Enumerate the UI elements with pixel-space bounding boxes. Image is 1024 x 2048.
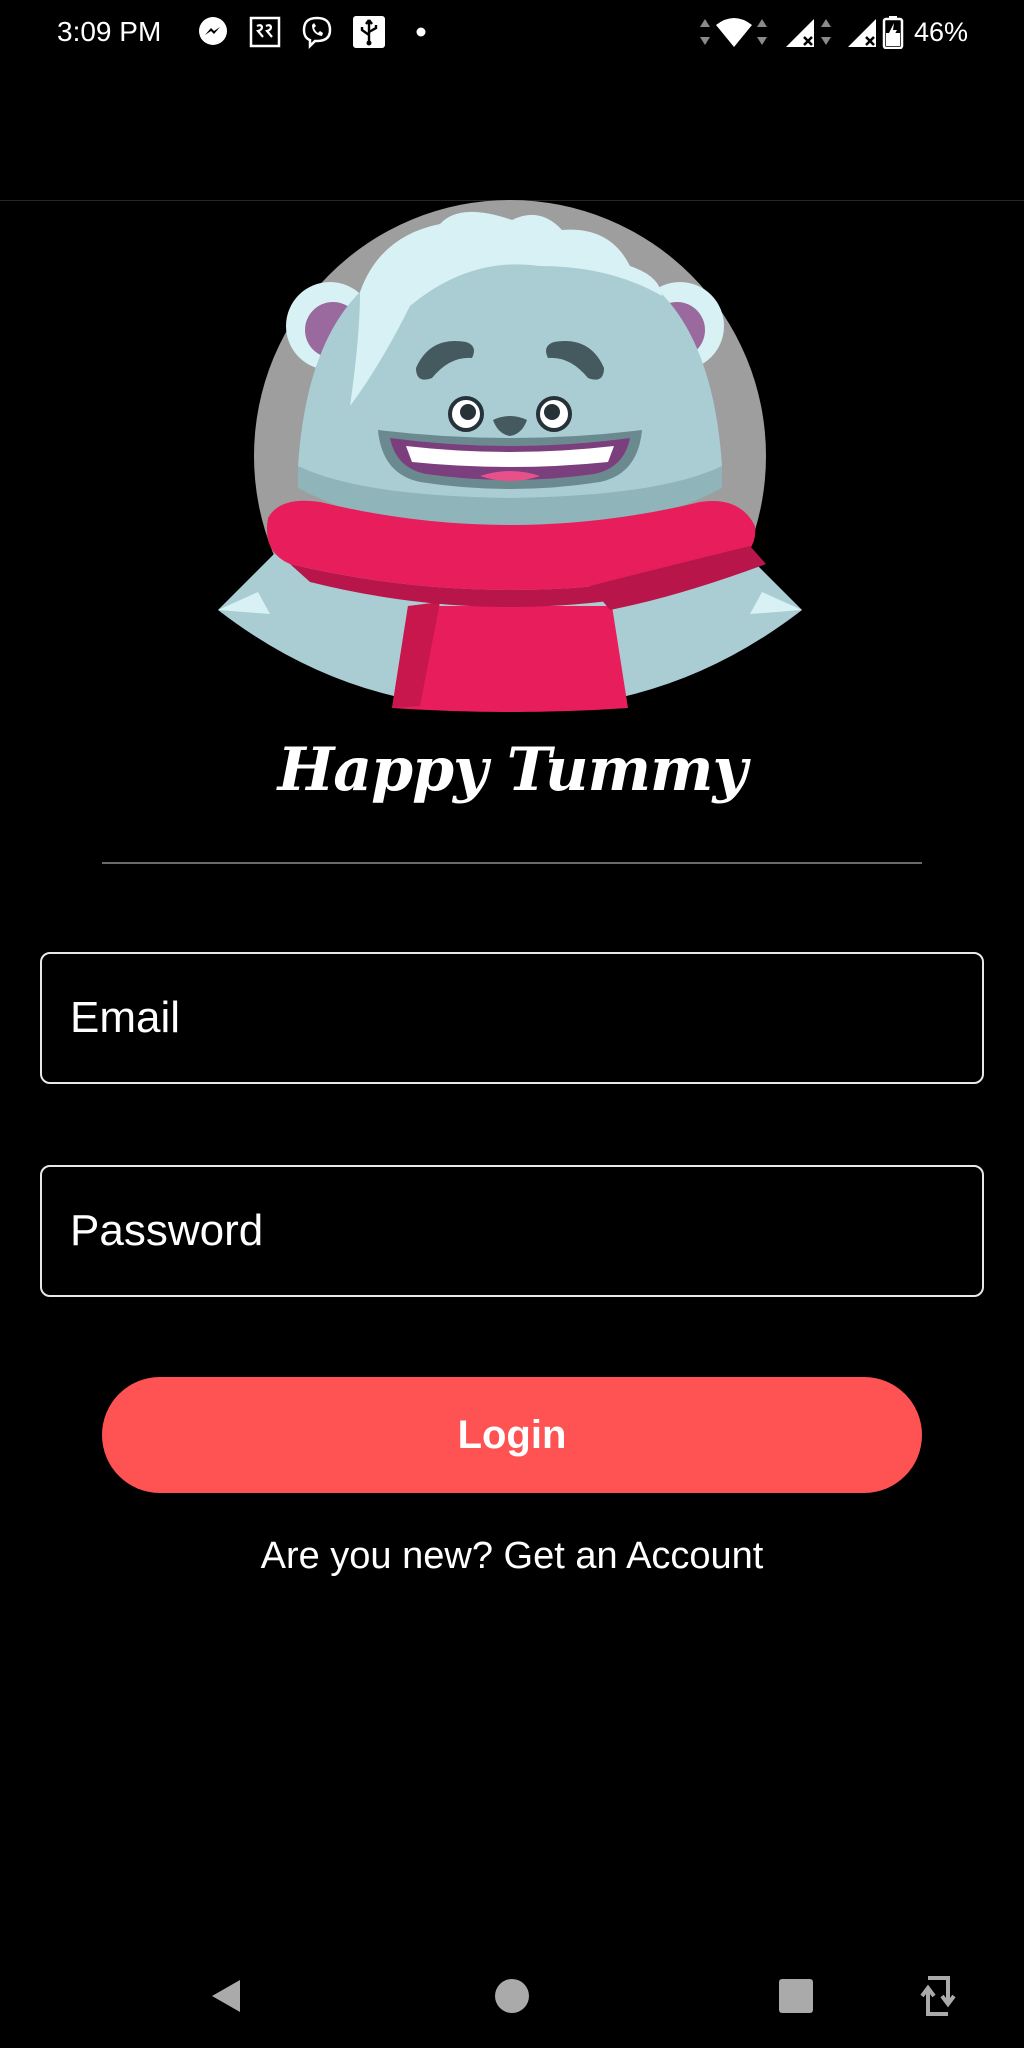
home-button[interactable] (484, 1968, 540, 2024)
back-icon (212, 1980, 240, 2012)
signal-icon (786, 19, 814, 47)
rotate-button[interactable] (910, 1968, 966, 2024)
rr-app-icon (249, 16, 281, 48)
signal-icon (848, 19, 876, 47)
password-input[interactable] (42, 1167, 982, 1295)
recents-button[interactable] (768, 1968, 824, 2024)
battery-percentage: 46% (914, 17, 969, 47)
email-input[interactable] (42, 954, 982, 1082)
mascot-bear-image (218, 200, 802, 712)
app-title: Happy Tummy (277, 735, 748, 805)
back-button[interactable] (198, 1968, 254, 2024)
email-field[interactable] (40, 952, 984, 1084)
data-arrows-icon (821, 19, 831, 45)
dot-icon (416, 27, 426, 37)
data-arrows-icon (757, 19, 767, 45)
signup-link[interactable]: Are you new? Get an Account (0, 1528, 1024, 1584)
usb-icon (353, 16, 385, 48)
data-arrows-icon (700, 19, 710, 45)
wifi-icon (716, 18, 752, 47)
login-button[interactable]: Login (102, 1377, 922, 1493)
password-field[interactable] (40, 1165, 984, 1297)
messenger-icon (199, 17, 227, 45)
recents-icon (779, 1979, 813, 2013)
top-app-bar (0, 64, 1024, 201)
status-bar: 3:09 PM 46% (0, 0, 1024, 64)
title-divider (102, 862, 922, 864)
viber-icon (302, 16, 332, 49)
home-icon (495, 1979, 529, 2013)
rotate-icon (920, 1976, 956, 2016)
system-navigation-bar (0, 1944, 1024, 2048)
battery-icon (882, 16, 904, 49)
status-time: 3:09 PM (57, 16, 162, 47)
